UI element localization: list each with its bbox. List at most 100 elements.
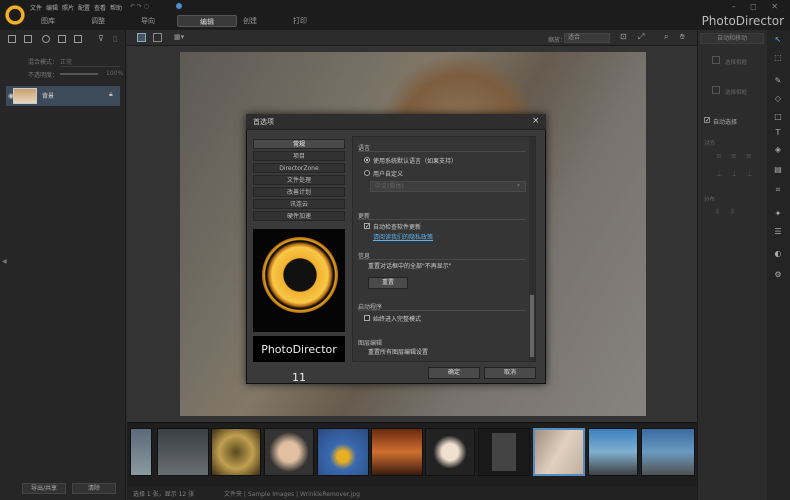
select-frame-label[interactable]: 选择相框 — [725, 58, 747, 66]
mask-icon[interactable] — [42, 35, 50, 43]
nav-improvement[interactable]: 改善计划 — [253, 187, 345, 197]
select-frame-2-icon[interactable] — [712, 86, 720, 94]
filmstrip-thumb-selected[interactable] — [533, 428, 585, 476]
pointer-icon[interactable]: ↖ — [771, 35, 785, 44]
lang-custom-label: 用户自定义 — [373, 171, 404, 178]
new-layer-icon[interactable] — [8, 35, 16, 43]
divider — [358, 151, 526, 152]
filmstrip-thumb[interactable] — [130, 428, 152, 476]
view-toolbar — [127, 30, 697, 46]
select-icon[interactable]: ⬚ — [771, 53, 785, 62]
crop-icon[interactable]: ⌗ — [771, 185, 785, 195]
language-select[interactable]: 中文(简体) — [370, 181, 526, 192]
settings-icon[interactable]: ⚙ — [771, 270, 785, 279]
nav-general[interactable]: 常规 — [253, 139, 345, 149]
filter-icon[interactable]: ⊽ — [98, 34, 104, 43]
scrollbar-thumb[interactable] — [530, 295, 534, 357]
nav-file-handling[interactable]: 文件处理 — [253, 175, 345, 185]
menu-photo[interactable]: 照片 — [62, 3, 74, 12]
nav-cloud[interactable]: 讯连云 — [253, 199, 345, 209]
undo-redo-icon[interactable]: ↶ ↷ ○ — [130, 3, 149, 10]
ok-button[interactable]: 确定 — [428, 367, 480, 379]
layer-menu-icon[interactable] — [74, 35, 82, 43]
collapse-left-icon[interactable]: ◀ — [2, 258, 7, 265]
compare-view-icon[interactable] — [153, 33, 162, 42]
distribute-icons[interactable]: ⫴⫴ — [716, 208, 746, 217]
brush-icon[interactable]: ✎ — [771, 76, 785, 85]
auto-select-checkbox[interactable]: ✓ — [704, 117, 710, 124]
menu-file[interactable]: 文件 — [30, 3, 42, 12]
zoom-select[interactable]: 适合 — [564, 33, 610, 43]
align-icons[interactable]: ≡≡≡ — [716, 152, 761, 160]
crop-view-icon[interactable]: ⊡ — [620, 32, 627, 41]
eraser-icon[interactable]: ◇ — [771, 94, 785, 103]
auto-update-checkbox[interactable]: ✓ — [364, 223, 370, 230]
delete-icon[interactable]: ▯ — [113, 34, 117, 43]
grid-icon[interactable]: ▦▾ — [174, 33, 184, 41]
menu-config[interactable]: 配置 — [78, 3, 90, 12]
divider — [358, 310, 526, 311]
divider — [358, 259, 526, 260]
nav-project[interactable]: 项目 — [253, 151, 345, 161]
properties-panel — [697, 30, 767, 500]
menu-edit[interactable]: 编辑 — [46, 3, 58, 12]
menu-view[interactable]: 查看 — [94, 3, 106, 12]
panel-title: 自动和移动 — [700, 33, 764, 44]
shape-icon[interactable]: □ — [771, 112, 785, 121]
window-controls[interactable]: – ◻ ✕ — [732, 2, 784, 11]
privacy-policy-link[interactable]: 请阅读我们的隐私政策 — [373, 232, 433, 241]
layer-reset-text: 重置所有图层编辑设置 — [368, 349, 429, 356]
fill-icon[interactable]: ◈ — [771, 145, 785, 154]
select-frame-2-label[interactable]: 选择相框 — [725, 88, 747, 96]
clear-button[interactable]: 清除 — [72, 483, 116, 494]
tab-library[interactable]: 图库 — [30, 15, 66, 27]
opacity-value: 100% — [106, 70, 124, 77]
duplicate-icon[interactable] — [58, 35, 66, 43]
brand-name: PhotoDirector — [701, 14, 784, 28]
hand-icon[interactable]: ✋︎ — [680, 32, 685, 42]
chevron-down-icon: ▾ — [517, 182, 521, 189]
tab-print[interactable]: 打印 — [282, 15, 318, 27]
single-view-icon[interactable] — [137, 33, 146, 42]
lang-custom-radio[interactable] — [364, 170, 370, 176]
blend-mode-select[interactable]: 正常 — [60, 57, 120, 67]
filmstrip-thumb[interactable] — [211, 428, 261, 476]
full-mode-checkbox[interactable] — [364, 315, 370, 321]
adjust-icon[interactable]: ☰ — [771, 227, 785, 236]
filmstrip-thumb[interactable] — [157, 428, 209, 476]
select-frame-icon[interactable] — [712, 56, 720, 64]
nav-hardware[interactable]: 硬件加速 — [253, 211, 345, 221]
filmstrip-thumb[interactable] — [588, 428, 638, 476]
magic-wand-icon[interactable]: ✦ — [771, 209, 785, 218]
tab-guided[interactable]: 导向 — [130, 15, 166, 27]
divider — [358, 219, 526, 220]
info-icon[interactable] — [176, 3, 182, 9]
filmstrip-thumb[interactable] — [641, 428, 695, 476]
status-bar — [127, 486, 697, 500]
tab-edit[interactable]: 编辑 — [177, 15, 237, 27]
reset-dialogs-button[interactable]: 重置 — [368, 277, 408, 289]
lock-icon[interactable]: 🔒︎ — [109, 90, 113, 99]
full-mode-label: 始终进入完整模式 — [373, 316, 422, 323]
export-share-button[interactable]: 导出/共享 — [22, 483, 66, 494]
text-icon[interactable]: T — [771, 128, 785, 137]
filmstrip-thumb[interactable] — [317, 428, 369, 476]
lang-default-radio[interactable] — [364, 157, 370, 163]
opacity-slider[interactable] — [60, 73, 98, 75]
fit-icon[interactable]: ⤢ — [638, 32, 644, 42]
color-icon[interactable]: ◐ — [771, 249, 785, 258]
gradient-icon[interactable]: ▤ — [771, 165, 785, 174]
filmstrip-thumb[interactable] — [371, 428, 423, 476]
close-icon[interactable]: × — [532, 116, 540, 126]
tab-adjust[interactable]: 调整 — [80, 15, 116, 27]
tab-create[interactable]: 创建 — [232, 15, 268, 27]
align-vertical-icons[interactable]: ⊥⊥⊥ — [716, 170, 761, 178]
nav-directorzone[interactable]: DirectorZone — [253, 163, 345, 173]
menu-help[interactable]: 帮助 — [110, 3, 122, 12]
cancel-button[interactable]: 取消 — [484, 367, 536, 379]
filmstrip-thumb[interactable] — [425, 428, 475, 476]
image-layer-icon[interactable] — [24, 35, 32, 43]
zoom-icon[interactable]: ⌕ — [664, 32, 668, 42]
app-logo — [4, 4, 26, 26]
filmstrip-thumb[interactable] — [264, 428, 314, 476]
